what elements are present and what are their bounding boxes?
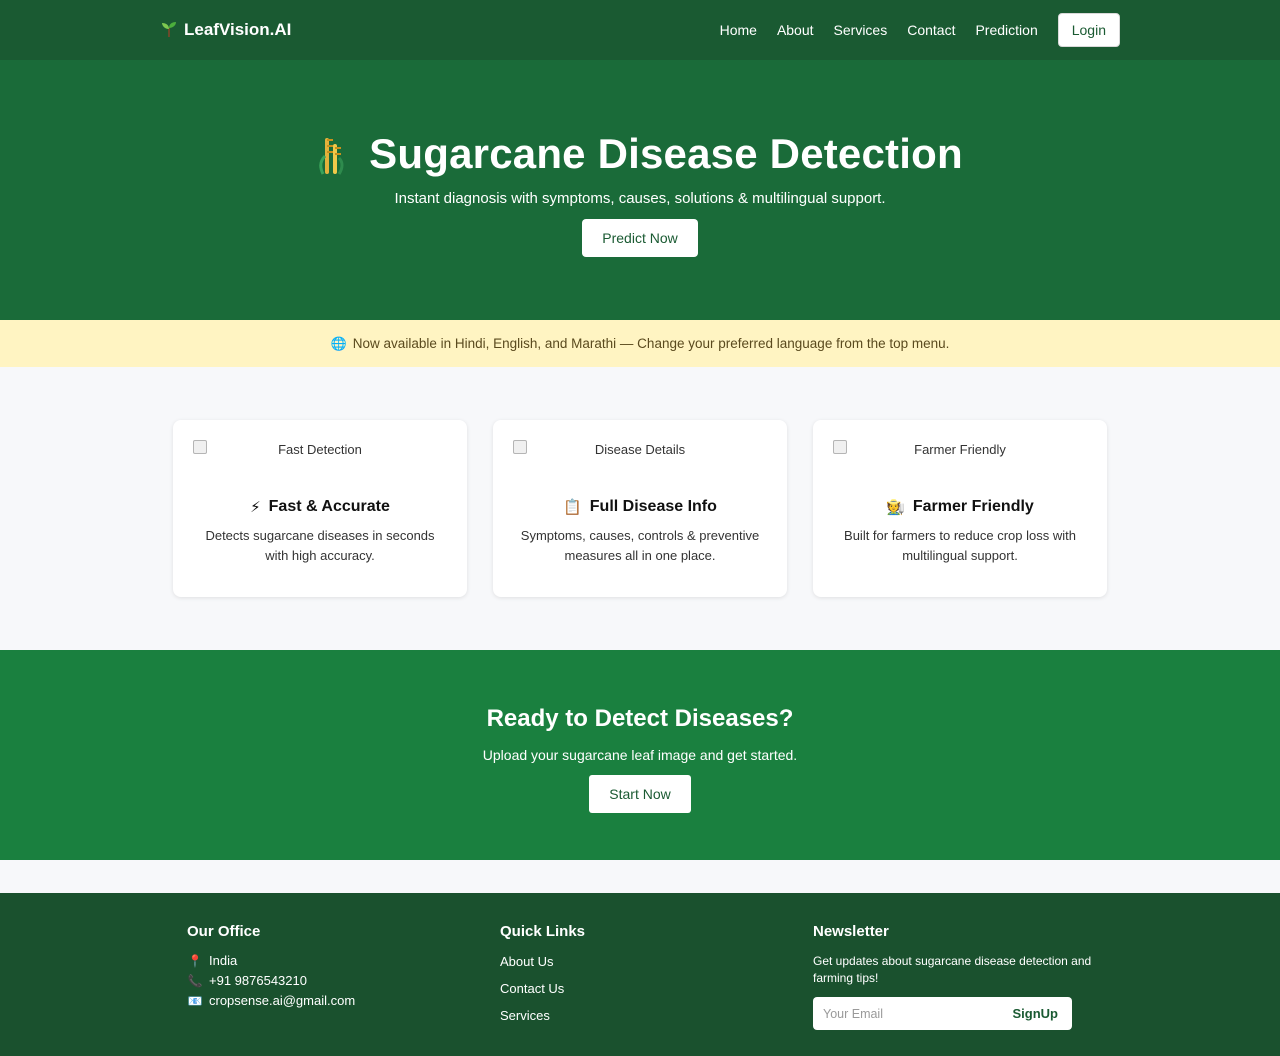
sprout-icon bbox=[160, 20, 178, 41]
language-notice-text: Now available in Hindi, English, and Mar… bbox=[352, 336, 950, 351]
feature-image-alt: Farmer Friendly bbox=[914, 442, 1006, 457]
nav-home[interactable]: Home bbox=[720, 22, 757, 38]
cta-subtitle: Upload your sugarcane leaf image and get… bbox=[482, 747, 798, 763]
phone-text: +91 9876543210 bbox=[209, 973, 307, 988]
hero-section: Sugarcane Disease Detection Instant diag… bbox=[0, 60, 1280, 320]
start-now-button[interactable]: Start Now bbox=[589, 775, 691, 813]
footer-quick-links: Quick Links About Us Contact Us Services bbox=[500, 923, 813, 1034]
predict-now-button[interactable]: Predict Now bbox=[582, 219, 698, 257]
footer-office: Our Office 📍 India 📞 +91 9876543210 📧 cr… bbox=[187, 923, 500, 1034]
pin-icon: 📍 bbox=[187, 954, 203, 968]
feature-image-alt: Fast Detection bbox=[278, 442, 362, 457]
feature-card-disease-info: Disease Details 📋 Full Disease Info Symp… bbox=[493, 420, 787, 597]
broken-image-icon bbox=[833, 440, 847, 454]
hero-title: Sugarcane Disease Detection bbox=[369, 130, 963, 177]
feature-card-fast: Fast Detection ⚡ Fast & Accurate Detects… bbox=[173, 420, 467, 597]
feature-card-farmer: Farmer Friendly 🧑‍🌾 Farmer Friendly Buil… bbox=[813, 420, 1107, 597]
feature-title-text: Full Disease Info bbox=[589, 498, 717, 515]
feature-description: Symptoms, causes, controls & preventive … bbox=[520, 528, 760, 563]
office-email: 📧 cropsense.ai@gmail.com bbox=[187, 993, 500, 1009]
newsletter-email-input[interactable] bbox=[813, 1006, 1013, 1021]
features-section: Fast Detection ⚡ Fast & Accurate Detects… bbox=[0, 367, 1280, 650]
footer: Our Office 📍 India 📞 +91 9876543210 📧 cr… bbox=[0, 893, 1280, 1056]
link-services[interactable]: Services bbox=[500, 1007, 813, 1024]
newsletter-text: Get updates about sugarcane disease dete… bbox=[813, 954, 1092, 985]
login-button[interactable]: Login bbox=[1057, 13, 1120, 47]
office-title: Our Office bbox=[187, 923, 261, 940]
email-text: cropsense.ai@gmail.com bbox=[209, 993, 356, 1008]
navbar: LeafVision.AI Home About Services Contac… bbox=[0, 0, 1280, 60]
nav-contact[interactable]: Contact bbox=[907, 22, 955, 38]
broken-image-icon bbox=[513, 440, 527, 454]
clipboard-icon: 📋 bbox=[563, 499, 582, 516]
language-notice: 🌐 Now available in Hindi, English, and M… bbox=[0, 320, 1280, 367]
cta-section: Ready to Detect Diseases? Upload your su… bbox=[0, 650, 1280, 860]
location-text: India bbox=[209, 953, 238, 968]
feature-title: 🧑‍🌾 Farmer Friendly bbox=[813, 498, 1107, 516]
feature-title-text: Fast & Accurate bbox=[268, 498, 390, 515]
office-location: 📍 India bbox=[187, 953, 500, 969]
section-divider bbox=[0, 860, 1280, 893]
farmer-icon: 🧑‍🌾 bbox=[886, 499, 905, 516]
cta-title: Ready to Detect Diseases? bbox=[486, 705, 794, 732]
feature-description: Detects sugarcane diseases in seconds wi… bbox=[205, 528, 435, 563]
nav-about[interactable]: About bbox=[777, 22, 814, 38]
newsletter-form: SignUp bbox=[813, 997, 1072, 1030]
lightning-icon: ⚡ bbox=[250, 499, 261, 516]
nav-services[interactable]: Services bbox=[834, 22, 888, 38]
hero-subtitle: Instant diagnosis with symptoms, causes,… bbox=[394, 190, 886, 207]
nav-prediction[interactable]: Prediction bbox=[975, 22, 1037, 38]
globe-icon: 🌐 bbox=[330, 335, 347, 351]
feature-title: 📋 Full Disease Info bbox=[493, 498, 787, 516]
link-about-us[interactable]: About Us bbox=[500, 953, 813, 970]
quick-links-title: Quick Links bbox=[500, 923, 586, 940]
brand-logo[interactable]: LeafVision.AI bbox=[160, 20, 291, 41]
signup-button[interactable]: SignUp bbox=[1013, 1006, 1073, 1021]
feature-image-alt: Disease Details bbox=[594, 442, 686, 457]
footer-newsletter: Newsletter Get updates about sugarcane d… bbox=[813, 923, 1093, 1034]
phone-icon: 📞 bbox=[187, 974, 203, 988]
feature-description: Built for farmers to reduce crop loss wi… bbox=[844, 528, 1076, 563]
feature-title-text: Farmer Friendly bbox=[912, 498, 1034, 515]
link-contact-us[interactable]: Contact Us bbox=[500, 980, 813, 997]
feature-title: ⚡ Fast & Accurate bbox=[173, 498, 467, 516]
office-phone: 📞 +91 9876543210 bbox=[187, 973, 500, 989]
broken-image-icon bbox=[193, 440, 207, 454]
sugarcane-icon bbox=[317, 132, 347, 176]
email-icon: 📧 bbox=[187, 994, 203, 1008]
newsletter-title: Newsletter bbox=[813, 923, 889, 940]
brand-name: LeafVision.AI bbox=[184, 20, 292, 39]
nav-links: Home About Services Contact Prediction L… bbox=[700, 13, 1120, 47]
